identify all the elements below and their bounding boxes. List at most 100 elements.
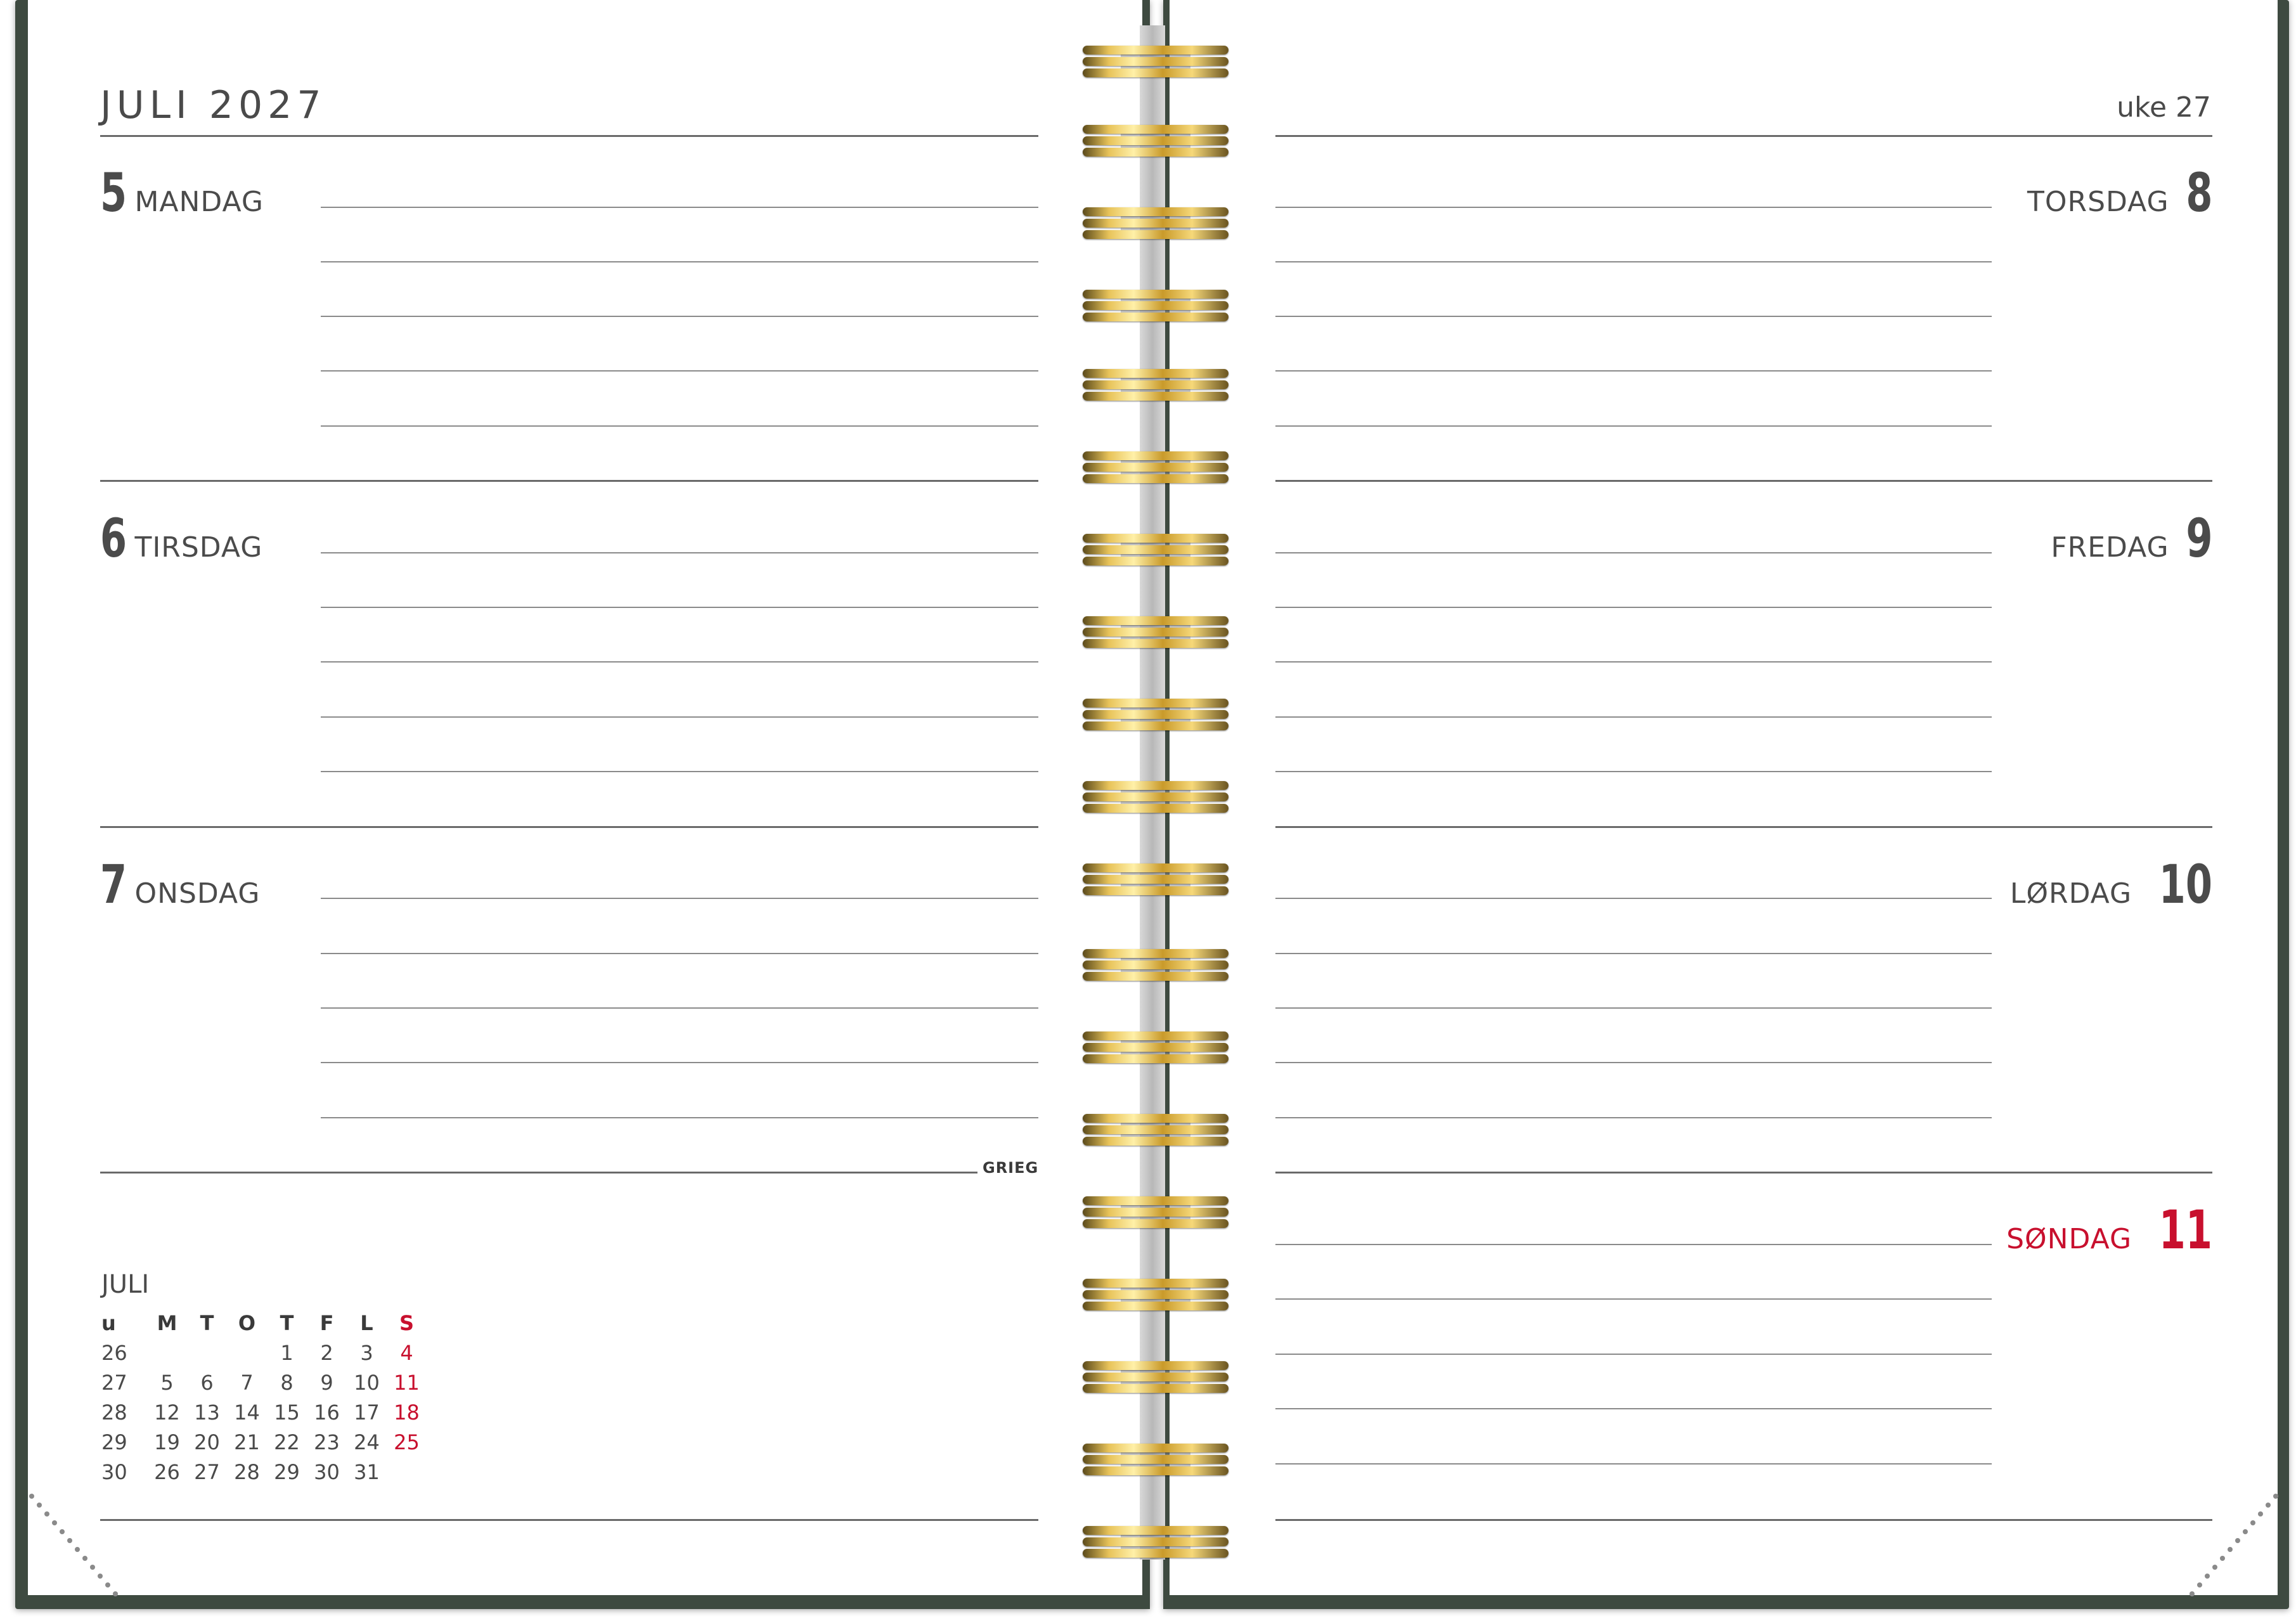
writing-line[interactable] xyxy=(1275,370,1992,372)
calendar-date: 24 xyxy=(354,1430,380,1454)
day-divider xyxy=(100,1172,977,1174)
calendar-date xyxy=(227,1338,267,1368)
writing-line[interactable] xyxy=(1275,1062,1992,1063)
writing-line[interactable] xyxy=(1275,316,1992,317)
writing-line[interactable] xyxy=(321,716,1038,718)
calendar-date: 27 xyxy=(194,1460,220,1484)
mini-calendar-header: u M T O T F L S xyxy=(101,1309,427,1338)
writing-line[interactable] xyxy=(1275,425,1992,427)
calendar-date-sunday: 4 xyxy=(400,1341,413,1365)
writing-line[interactable] xyxy=(321,607,1038,608)
mini-calendar-week-row: 27 5 6 7 8 9 10 11 xyxy=(101,1368,427,1398)
bottom-rule-left xyxy=(100,1519,1038,1521)
day-heading-monday: 5 MANDAG xyxy=(100,166,264,219)
calendar-date: 29 xyxy=(274,1460,300,1484)
spiral-ring xyxy=(1083,1113,1229,1148)
writing-line[interactable] xyxy=(321,261,1038,262)
week-number: 27 xyxy=(101,1371,127,1395)
spiral-ring xyxy=(1083,206,1229,242)
writing-line[interactable] xyxy=(1275,898,1992,899)
day-name: ONSDAG xyxy=(134,877,261,910)
writing-line[interactable] xyxy=(1275,771,1992,772)
day-number: 5 xyxy=(100,162,127,224)
week-number: 30 xyxy=(101,1460,127,1484)
calendar-date: 15 xyxy=(274,1400,300,1425)
writing-line[interactable] xyxy=(321,316,1038,317)
writing-line[interactable] xyxy=(1275,1463,1992,1465)
calendar-date: 1 xyxy=(280,1341,293,1365)
calendar-date: 23 xyxy=(314,1430,340,1454)
spiral-ring xyxy=(1083,780,1229,815)
writing-line[interactable] xyxy=(321,953,1038,954)
day-heading-sunday: SØNDAG 11 xyxy=(2006,1203,2212,1257)
calendar-date: 17 xyxy=(354,1400,380,1425)
writing-line[interactable] xyxy=(1275,953,1992,954)
writing-line[interactable] xyxy=(1275,1298,1992,1300)
perforation-corner-right xyxy=(2190,1494,2278,1596)
spiral-ring xyxy=(1083,615,1229,650)
weekday-header: M xyxy=(157,1311,177,1335)
writing-line[interactable] xyxy=(321,661,1038,663)
bottom-rule-right xyxy=(1275,1519,2212,1521)
spiral-ring xyxy=(1083,1195,1229,1231)
day-divider xyxy=(1275,826,2212,828)
writing-line[interactable] xyxy=(1275,207,1992,208)
spiral-ring xyxy=(1083,533,1229,568)
writing-line[interactable] xyxy=(321,898,1038,899)
calendar-date: 28 xyxy=(234,1460,260,1484)
day-name: MANDAG xyxy=(134,186,264,218)
writing-line[interactable] xyxy=(321,1062,1038,1063)
calendar-date: 20 xyxy=(194,1430,220,1454)
week-number-label: uke 27 xyxy=(2117,91,2211,124)
mini-calendar-week-row: 28 12 13 14 15 16 17 18 xyxy=(101,1398,427,1428)
writing-line[interactable] xyxy=(1275,261,1992,262)
calendar-date-sunday xyxy=(387,1458,427,1487)
writing-line[interactable] xyxy=(1275,661,1992,663)
mini-calendar: u M T O T F L S 26 1 2 3 4 27 5 6 7 8 9 … xyxy=(101,1309,427,1487)
calendar-date-sunday: 25 xyxy=(394,1430,420,1454)
day-name: TIRSDAG xyxy=(134,531,263,564)
writing-line[interactable] xyxy=(321,1007,1038,1009)
mini-calendar-title: JULI xyxy=(101,1270,150,1299)
week-number: 29 xyxy=(101,1430,127,1454)
day-divider xyxy=(1275,1172,2212,1174)
mini-calendar-week-row: 30 26 27 28 29 30 31 xyxy=(101,1458,427,1487)
writing-line[interactable] xyxy=(1275,1244,1992,1245)
right-page xyxy=(1170,0,2278,1595)
writing-line[interactable] xyxy=(1275,1007,1992,1009)
calendar-date: 14 xyxy=(234,1400,260,1425)
writing-line[interactable] xyxy=(321,771,1038,772)
writing-line[interactable] xyxy=(1275,607,1992,608)
weekday-header: T xyxy=(200,1311,214,1335)
spiral-ring xyxy=(1083,288,1229,324)
week-number: 28 xyxy=(101,1400,127,1425)
spiral-ring xyxy=(1083,1442,1229,1478)
day-number: 10 xyxy=(2158,853,2212,915)
spiral-ring xyxy=(1083,450,1229,486)
writing-line[interactable] xyxy=(1275,1408,1992,1409)
spiral-ring xyxy=(1083,697,1229,733)
spiral-ring xyxy=(1083,862,1229,898)
calendar-date: 7 xyxy=(240,1371,254,1395)
calendar-date: 8 xyxy=(280,1371,293,1395)
mini-calendar-week-row: 29 19 20 21 22 23 24 25 xyxy=(101,1428,427,1458)
spiral-ring xyxy=(1083,1277,1229,1313)
writing-line[interactable] xyxy=(1275,716,1992,718)
calendar-date: 6 xyxy=(200,1371,214,1395)
calendar-date xyxy=(187,1338,227,1368)
writing-line[interactable] xyxy=(321,1117,1038,1118)
day-heading-saturday: LØRDAG 10 xyxy=(2010,858,2212,911)
weekday-header: O xyxy=(238,1311,256,1335)
writing-line[interactable] xyxy=(321,207,1038,208)
writing-line[interactable] xyxy=(1275,1117,1992,1118)
writing-line[interactable] xyxy=(321,425,1038,427)
weekday-header: L xyxy=(360,1311,373,1335)
day-number: 7 xyxy=(100,853,127,915)
calendar-date: 26 xyxy=(154,1460,180,1484)
writing-line[interactable] xyxy=(321,370,1038,372)
spiral-ring xyxy=(1083,124,1229,159)
day-heading-wednesday: 7 ONSDAG xyxy=(100,858,260,911)
writing-line[interactable] xyxy=(1275,552,1992,553)
writing-line[interactable] xyxy=(1275,1354,1992,1355)
writing-line[interactable] xyxy=(321,552,1038,553)
